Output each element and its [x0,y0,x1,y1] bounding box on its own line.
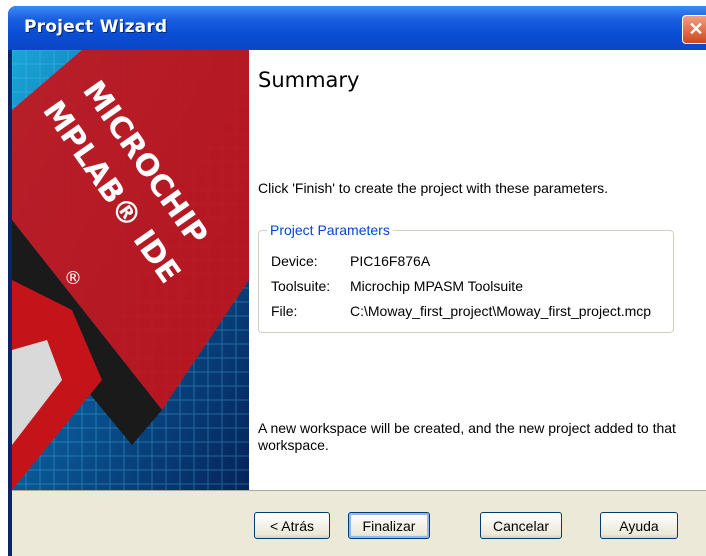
param-value: Microchip MPASM Toolsuite [350,278,523,294]
param-row-file: File: C:\Moway_first_project\Moway_first_… [271,303,670,319]
cancel-button[interactable]: Cancelar [480,512,562,539]
mplab-logo-graphic: MICROCHIP MPLAB® IDE ® [12,50,249,490]
param-key: File: [271,303,298,319]
param-key: Toolsuite: [271,278,331,294]
param-row-toolsuite: Toolsuite: Microchip MPASM Toolsuite [271,278,670,294]
close-button[interactable]: ✕ [682,15,706,44]
help-button[interactable]: Ayuda [600,512,678,539]
summary-panel: Summary Click 'Finish' to create the pro… [249,50,706,491]
dialog-client-area: MICROCHIP MPLAB® IDE ® Summary Click 'Fi… [12,50,706,556]
group-label: Project Parameters [267,222,393,238]
mplab-banner-image: MICROCHIP MPLAB® IDE ® [12,50,249,491]
window-title: Project Wizard [24,17,168,37]
page-title: Summary [258,68,360,92]
workspace-note: A new workspace will be created, and the… [258,420,676,453]
param-row-device: Device: PIC16F876A [271,253,670,269]
wizard-window: Project Wizard ✕ MICROCHIP MPLAB® IDE ® … [8,6,706,556]
param-value: PIC16F876A [350,253,431,269]
param-key: Device: [271,253,318,269]
project-parameters-group: Project Parameters Device: PIC16F876A Too… [258,222,674,333]
banner-registered-mark: ® [64,268,82,289]
back-button[interactable]: < Atrás [254,512,330,539]
instruction-text: Click 'Finish' to create the project wit… [258,180,609,196]
param-value: C:\Moway_first_project\Moway_first_proje… [350,303,652,319]
title-bar[interactable]: Project Wizard ✕ [8,6,706,50]
close-icon: ✕ [688,19,704,39]
finish-button[interactable]: Finalizar [348,512,430,539]
